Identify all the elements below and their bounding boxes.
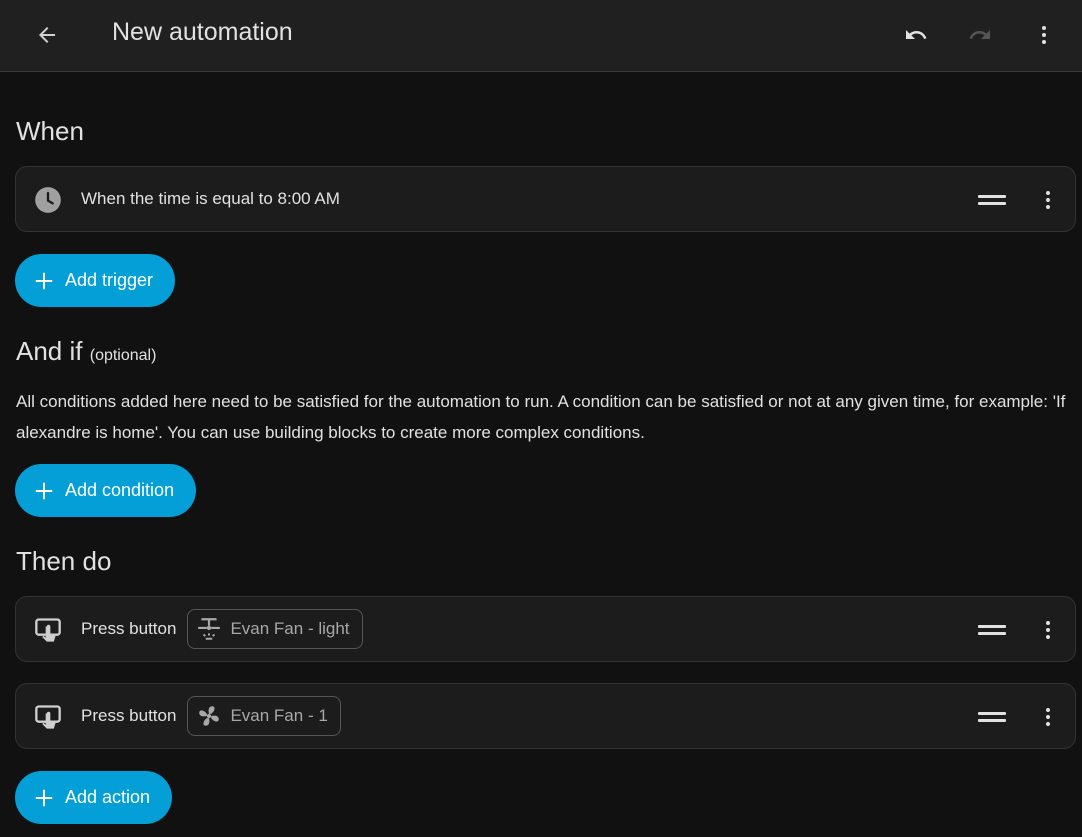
section-title-and-if: And if (optional) xyxy=(16,336,156,367)
drag-handle-icon[interactable] xyxy=(978,191,1006,209)
action-row: Press button Evan Fan - light xyxy=(81,597,363,661)
and-if-title: And if xyxy=(16,336,83,366)
ceiling-fan-light-icon xyxy=(198,618,221,640)
fan-icon xyxy=(199,706,220,726)
action-text: Press button xyxy=(81,619,177,638)
add-action-button[interactable]: Add action xyxy=(15,771,173,824)
overflow-menu-button[interactable] xyxy=(1024,15,1064,55)
dots-vertical-icon xyxy=(1042,26,1046,44)
gesture-tap-button-icon xyxy=(34,616,62,644)
add-condition-label: Add condition xyxy=(65,480,175,500)
entity-name: Evan Fan - 1 xyxy=(230,706,328,725)
dots-vertical-icon xyxy=(1046,621,1050,639)
redo-icon xyxy=(969,30,990,39)
top-app-bar: New automation xyxy=(0,0,1082,72)
add-action-label: Add action xyxy=(65,787,151,807)
gesture-tap-button-icon xyxy=(34,703,62,731)
action-card[interactable]: Press button Evan Fan - 1 xyxy=(15,683,1076,749)
trigger-card[interactable]: When the time is equal to 8:00 AM xyxy=(15,166,1076,232)
drag-handle-icon[interactable] xyxy=(978,708,1006,726)
trigger-text: When the time is equal to 8:00 AM xyxy=(81,189,340,208)
optional-label: (optional) xyxy=(89,347,157,364)
action-menu-button[interactable] xyxy=(1028,697,1068,737)
back-button[interactable] xyxy=(27,15,67,55)
conditions-description: All conditions added here need to be sat… xyxy=(16,392,1066,442)
undo-button[interactable] xyxy=(896,15,936,55)
action-menu-button[interactable] xyxy=(1028,610,1068,650)
clock-icon xyxy=(34,186,62,214)
entity-name: Evan Fan - light xyxy=(230,619,350,638)
dots-vertical-icon xyxy=(1046,191,1050,209)
action-text: Press button xyxy=(81,706,177,725)
page-title: New automation xyxy=(112,18,293,46)
action-row: Press button Evan Fan - 1 xyxy=(81,684,341,748)
add-condition-button[interactable]: Add condition xyxy=(15,464,197,517)
section-title-then-do: Then do xyxy=(16,546,112,576)
arrow-left-icon xyxy=(39,27,55,43)
dots-vertical-icon xyxy=(1046,708,1050,726)
redo-button[interactable] xyxy=(960,15,1000,55)
action-card[interactable]: Press button Evan Fan - light xyxy=(15,596,1076,662)
drag-handle-icon[interactable] xyxy=(978,621,1006,639)
add-trigger-button[interactable]: Add trigger xyxy=(15,254,176,307)
trigger-menu-button[interactable] xyxy=(1028,180,1068,220)
entity-chip[interactable]: Evan Fan - 1 xyxy=(187,696,341,736)
add-trigger-label: Add trigger xyxy=(65,270,154,290)
plus-icon xyxy=(35,272,53,289)
plus-icon xyxy=(35,789,53,806)
plus-icon xyxy=(35,482,53,499)
undo-icon xyxy=(906,30,927,39)
section-title-when: When xyxy=(16,116,84,146)
entity-chip[interactable]: Evan Fan - light xyxy=(187,609,363,649)
